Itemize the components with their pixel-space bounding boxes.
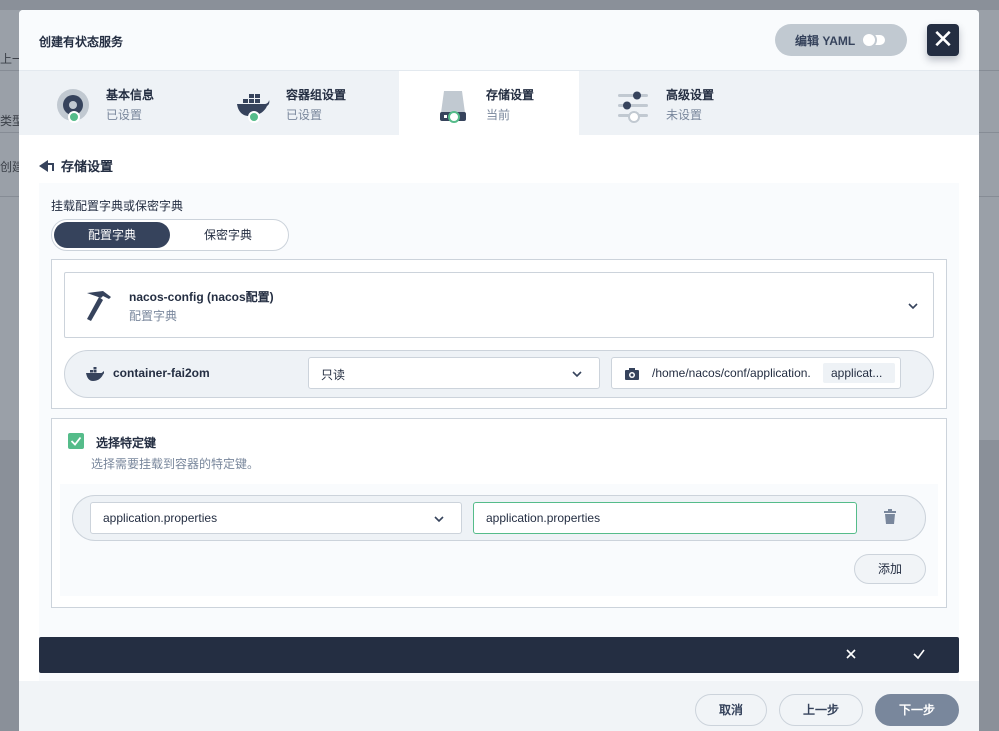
step-title: 基本信息	[106, 88, 155, 102]
key-path-input[interactable]: application.properties	[473, 502, 857, 534]
mount-path-input[interactable]: /home/nacos/conf/application. applicat..…	[611, 357, 901, 389]
next-button[interactable]: 下一步	[875, 694, 959, 726]
camera-icon	[625, 368, 639, 380]
step-status: 已设置	[106, 108, 143, 122]
step-title: 容器组设置	[286, 88, 347, 102]
step-status: 已设置	[286, 108, 323, 122]
key-select[interactable]: application.properties	[90, 502, 462, 534]
read-mode-value: 只读	[321, 368, 346, 382]
step-status-dot	[628, 111, 640, 123]
source-type-tabs: 配置字典 保密字典	[51, 219, 289, 251]
section-title: 存储设置	[61, 159, 114, 174]
key-path-value: application.properties	[486, 511, 601, 525]
hammer-icon	[87, 291, 111, 321]
step-title: 高级设置	[666, 88, 715, 102]
step-container-settings[interactable]: 容器组设置 已设置	[199, 71, 379, 136]
step-status-dot	[448, 111, 460, 123]
chevron-down-icon	[908, 303, 918, 310]
docker-icon	[86, 367, 105, 381]
modal-header: 创建有状态服务 编辑 YAML ✕	[19, 10, 979, 70]
step-storage-settings[interactable]: 存储设置 当前	[399, 71, 579, 136]
tab-configmap[interactable]: 配置字典	[54, 222, 170, 248]
wizard-steps: 基本信息 已设置 容器组设置 已设置 存储设置 当前 高级设置 未设置	[19, 70, 979, 136]
chevron-down-icon	[434, 516, 444, 523]
modal-footer: 取消 上一步 下一步	[19, 681, 979, 731]
close-icon: ✕	[932, 24, 954, 54]
step-status-dot	[248, 111, 260, 123]
toggle-knob	[861, 32, 877, 48]
cancel-icon[interactable]	[843, 646, 859, 662]
tab-secret[interactable]: 保密字典	[170, 222, 286, 248]
chevron-down-icon	[572, 371, 582, 378]
step-status: 当前	[486, 108, 511, 122]
key-value: application.properties	[103, 511, 218, 525]
create-service-modal: 创建有状态服务 编辑 YAML ✕ 基本信息 已设置 容器组设置 已设置 存储设…	[19, 10, 979, 731]
modal-title: 创建有状态服务	[39, 35, 124, 49]
confirm-bar	[39, 637, 959, 673]
trash-icon[interactable]	[883, 509, 897, 525]
specific-keys-description: 选择需要挂载到容器的特定键。	[91, 457, 260, 471]
volume-config-box: nacos-config (nacos配置) 配置字典 container-fa…	[51, 259, 947, 409]
configmap-type: 配置字典	[129, 309, 178, 323]
cancel-button[interactable]: 取消	[695, 694, 767, 726]
container-mount-row: container-fai2om 只读 /home/nacos/conf/app…	[64, 350, 934, 398]
step-advanced-settings[interactable]: 高级设置 未设置	[579, 71, 759, 136]
read-mode-select[interactable]: 只读	[308, 357, 600, 389]
key-row: application.properties application.prope…	[72, 495, 926, 541]
previous-button[interactable]: 上一步	[779, 694, 863, 726]
step-status-dot	[68, 111, 80, 123]
add-key-button[interactable]: 添加	[854, 554, 926, 584]
edit-yaml-toggle[interactable]: 编辑 YAML	[775, 24, 907, 56]
container-name: container-fai2om	[113, 366, 210, 380]
configmap-select[interactable]: nacos-config (nacos配置) 配置字典	[64, 272, 934, 338]
edit-yaml-label: 编辑 YAML	[795, 33, 856, 48]
storage-form: 挂载配置字典或保密字典 配置字典 保密字典 nacos-config (naco…	[39, 183, 959, 681]
specific-keys-checkbox[interactable]	[68, 433, 84, 449]
key-list: application.properties application.prope…	[60, 484, 938, 596]
back-arrow-icon	[39, 159, 54, 172]
check-icon[interactable]	[911, 646, 927, 662]
close-button[interactable]: ✕	[927, 24, 959, 56]
step-status: 未设置	[666, 108, 703, 122]
specific-keys-label: 选择特定键	[96, 436, 157, 450]
mount-label: 挂载配置字典或保密字典	[51, 199, 184, 213]
specific-keys-box: 选择特定键 选择需要挂载到容器的特定键。 application.propert…	[51, 418, 947, 608]
mount-path-value: /home/nacos/conf/application.	[652, 366, 811, 380]
section-header[interactable]: 存储设置	[39, 156, 113, 175]
step-basic-info[interactable]: 基本信息 已设置	[19, 71, 199, 136]
configmap-name: nacos-config (nacos配置)	[129, 290, 274, 304]
step-title: 存储设置	[486, 88, 535, 102]
subpath-tag: applicat...	[823, 363, 895, 383]
